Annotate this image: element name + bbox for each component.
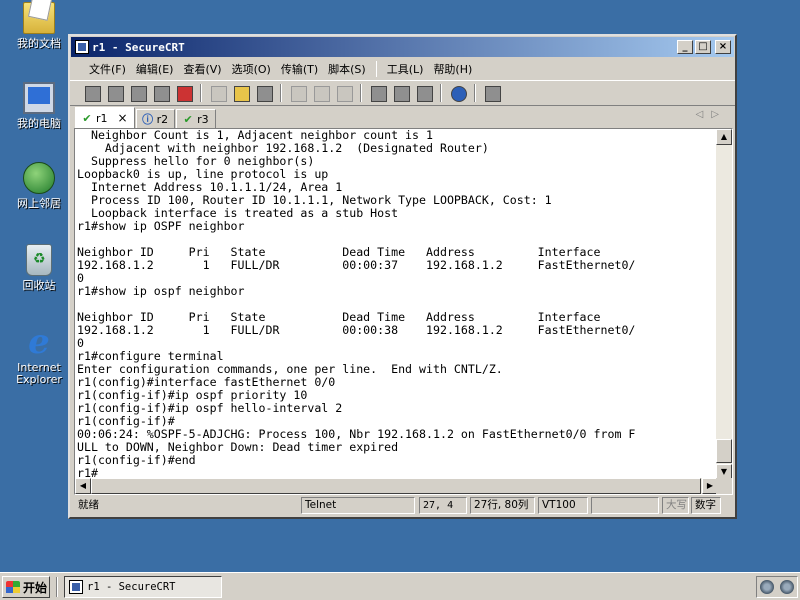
recycle-bin-icon [26, 244, 52, 276]
minimize-button[interactable]: _ [677, 40, 693, 54]
menu-edit[interactable]: 编辑(E) [131, 61, 179, 77]
tab-close-icon[interactable]: × [118, 111, 128, 125]
horizontal-scroll-thumb[interactable] [91, 478, 701, 494]
terminal-text: Neighbor Count is 1, Adjacent neighbor c… [77, 129, 636, 480]
status-text: 就绪 [78, 499, 99, 511]
taskbar-button-securecrt[interactable]: r1 - SecureCRT [64, 576, 222, 598]
vertical-scrollbar[interactable]: ▲ ▼ [716, 129, 732, 480]
check-icon: ✔ [183, 112, 193, 126]
status-protocol: Telnet [301, 497, 415, 514]
maximize-button[interactable]: □ [695, 40, 711, 54]
desktop-icon-internet-explorer[interactable]: e Internet Explorer [8, 322, 70, 386]
tray-settings-icon[interactable] [760, 580, 774, 594]
tab-label: r2 [156, 112, 169, 126]
menu-tools[interactable]: 工具(L) [382, 61, 429, 77]
horizontal-scrollbar[interactable]: ◀ ▶ [75, 478, 718, 494]
scroll-left-button[interactable]: ◀ [75, 478, 91, 494]
menu-separator [375, 61, 377, 77]
help-icon[interactable] [448, 84, 468, 102]
securecrt-app-icon[interactable] [75, 40, 89, 54]
start-button[interactable]: 开始 [2, 576, 50, 598]
print-selection-icon[interactable] [311, 84, 331, 102]
network-places-icon [23, 162, 55, 194]
terminal-output[interactable]: Neighbor Count is 1, Adjacent neighbor c… [77, 129, 718, 480]
desktop-icon-label: 回收站 [22, 279, 56, 292]
status-bar: 就绪 Telnet 27, 4 27行, 80列 VT100 大写 数字 [72, 495, 733, 515]
print-icon[interactable] [288, 84, 308, 102]
tab-r1[interactable]: ✔ r1 × [75, 107, 135, 128]
menu-options[interactable]: 选项(O) [227, 61, 276, 77]
reconnect-icon[interactable] [151, 84, 171, 102]
paste-icon[interactable] [231, 84, 251, 102]
session-options-icon[interactable] [368, 84, 388, 102]
desktop-icon-label: Internet Explorer [16, 361, 62, 386]
print-setup-icon[interactable] [334, 84, 354, 102]
taskbar-separator [56, 577, 58, 597]
info-icon: ⓘ [142, 113, 154, 126]
sftp-icon[interactable] [482, 84, 502, 102]
toolbar-separator [360, 84, 362, 102]
start-label: 开始 [23, 580, 48, 595]
tab-scroll-arrows[interactable]: ◁▷ [696, 109, 727, 120]
toolbar [70, 80, 735, 106]
toolbar-separator [474, 84, 476, 102]
copy-icon[interactable] [208, 84, 228, 102]
close-button[interactable]: × [715, 40, 731, 54]
status-terminal-size: 27行, 80列 [470, 497, 535, 514]
status-cursor-position: 27, 4 [419, 497, 467, 514]
desktop-icon-recycle-bin[interactable]: 回收站 [8, 244, 70, 292]
securecrt-app-icon [69, 580, 83, 594]
check-icon: ✔ [82, 111, 92, 125]
terminal-pane[interactable]: Neighbor Count is 1, Adjacent neighbor c… [74, 128, 733, 495]
status-num-lock: 数字 [691, 497, 721, 514]
scroll-up-button[interactable]: ▲ [716, 129, 732, 145]
tab-r2[interactable]: ⓘ r2 [135, 109, 176, 128]
global-options-icon[interactable] [391, 84, 411, 102]
disconnect-icon[interactable] [174, 84, 194, 102]
my-documents-icon [23, 2, 55, 34]
tab-label: r3 [197, 112, 209, 126]
securecrt-window: r1 - SecureCRT _ □ × 文件(F) 编辑(E) 查看(V) 选… [68, 34, 737, 519]
tray-network-icon[interactable] [780, 580, 794, 594]
system-tray [756, 576, 798, 598]
title-bar[interactable]: r1 - SecureCRT _ □ × [71, 37, 734, 57]
menu-bar: 文件(F) 编辑(E) 查看(V) 选项(O) 传输(T) 脚本(S) 工具(L… [70, 58, 735, 80]
session-tabs: ✔ r1 × ⓘ r2 ✔ r3 ◁▷ [70, 106, 735, 128]
window-title: r1 - SecureCRT [92, 40, 185, 54]
taskbar-button-label: r1 - SecureCRT [87, 581, 176, 593]
status-caps-lock: 大写 [662, 497, 689, 514]
keymap-icon[interactable] [414, 84, 434, 102]
desktop-icon-label: 网上邻居 [17, 197, 61, 210]
taskbar: 开始 r1 - SecureCRT [0, 572, 800, 600]
desktop-icon-label: 我的电脑 [17, 117, 61, 130]
menu-view[interactable]: 查看(V) [178, 61, 226, 77]
menu-script[interactable]: 脚本(S) [323, 61, 371, 77]
connect-icon[interactable] [82, 84, 102, 102]
quick-connect-icon[interactable] [105, 84, 125, 102]
desktop-icon-my-computer[interactable]: 我的电脑 [8, 82, 70, 130]
status-emulation: VT100 [538, 497, 588, 514]
internet-explorer-icon: e [28, 322, 50, 362]
tab-label: r1 [96, 111, 108, 125]
scrollbar-corner [716, 478, 732, 494]
find-icon[interactable] [254, 84, 274, 102]
tab-r3[interactable]: ✔ r3 [176, 109, 216, 128]
windows-logo-icon [6, 581, 20, 593]
menu-transfer[interactable]: 传输(T) [276, 61, 323, 77]
toolbar-separator [280, 84, 282, 102]
connect-in-tab-icon[interactable] [128, 84, 148, 102]
menu-file[interactable]: 文件(F) [84, 61, 131, 77]
desktop-icon-network-places[interactable]: 网上邻居 [8, 162, 70, 210]
status-blank [591, 497, 659, 514]
toolbar-separator [440, 84, 442, 102]
vertical-scroll-thumb[interactable] [716, 439, 732, 463]
toolbar-separator [200, 84, 202, 102]
my-computer-icon [23, 82, 55, 114]
menu-help[interactable]: 帮助(H) [428, 61, 477, 77]
desktop-icon-label: 我的文档 [17, 37, 61, 50]
desktop-icon-my-documents[interactable]: 我的文档 [8, 2, 70, 50]
